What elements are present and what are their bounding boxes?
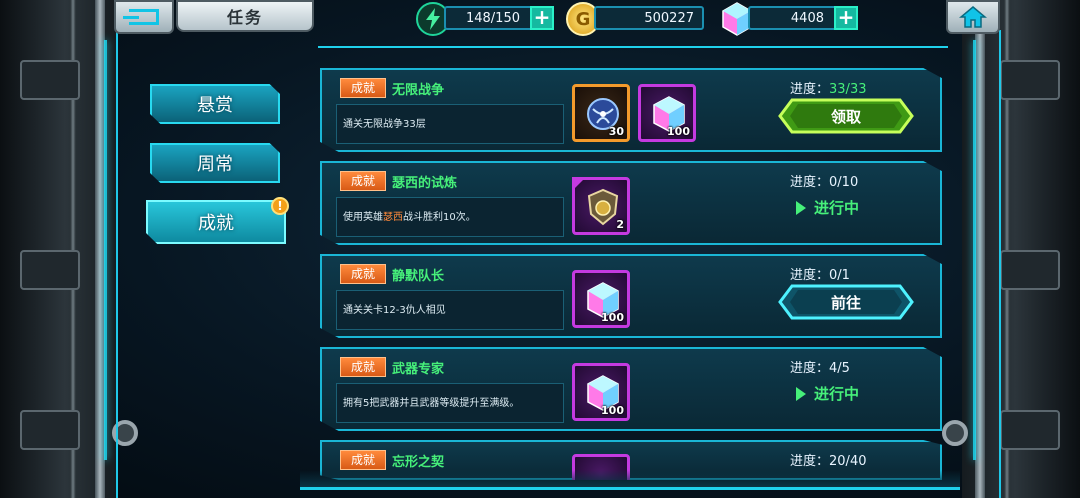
status-label: 进行中: [814, 199, 860, 217]
reward-item[interactable]: 2: [572, 177, 630, 235]
progress-value: 20/40: [829, 454, 867, 469]
task-name: 静默队长: [392, 269, 445, 284]
reward-count: 2: [616, 218, 624, 231]
frame-plate: [20, 250, 80, 290]
progress-value: 0/10: [829, 175, 859, 190]
reward-item[interactable]: 100: [572, 270, 630, 328]
energy-value: 148/150: [465, 10, 520, 26]
reward-item[interactable]: 30: [572, 84, 630, 142]
tab-weekly[interactable]: 周常: [150, 143, 280, 183]
claim-label: 领取: [830, 107, 861, 126]
task-progress: 进度：20/40: [790, 450, 866, 469]
gold-value: 500227: [644, 10, 694, 26]
frame-plate: [1000, 60, 1060, 100]
tab-label: 悬赏: [197, 95, 233, 116]
tab-bounty[interactable]: 悬赏: [150, 84, 280, 124]
task-tag: 成就: [340, 171, 386, 191]
home-button[interactable]: [946, 0, 1000, 34]
task-desc: 使用英雄瑟西战斗胜利10次。: [336, 197, 564, 237]
tab-label: 周常: [197, 154, 233, 175]
task-progress: 进度：4/5: [790, 357, 850, 376]
progress-value: 0/1: [829, 268, 850, 283]
notification-badge: !: [271, 197, 289, 215]
energy-counter: 148/150 +: [444, 6, 554, 30]
page-title-plate: 任务: [176, 0, 314, 32]
back-arrow-icon: [123, 9, 159, 25]
go-label: 前往: [830, 293, 861, 312]
reward-count: 100: [601, 404, 624, 417]
task-card: 成就 瑟西的试炼 使用英雄瑟西战斗胜利10次。 2 进度：0/10 进行中: [320, 161, 942, 245]
tab-label: 成就: [198, 213, 234, 234]
gem-counter: 4408 +: [748, 6, 858, 30]
reward-item[interactable]: 100: [638, 84, 696, 142]
task-desc: 拥有5把武器并且武器等级提升至满级。: [336, 383, 564, 423]
task-progress: 进度：33/33: [790, 78, 866, 97]
task-card: 成就 无限战争 通关无限战争33层 30 100 进度：33/33 领取: [320, 68, 942, 152]
progress-value: 4/5: [829, 361, 850, 376]
progress-label: 进度：: [790, 268, 830, 283]
frame-plate: [1000, 250, 1060, 290]
task-name: 瑟西的试炼: [392, 176, 458, 191]
left-mech-frame: [0, 0, 138, 498]
list-top-border: [318, 46, 948, 62]
gem-value: 4408: [790, 10, 824, 26]
reward-item[interactable]: 100: [572, 363, 630, 421]
progress-label: 进度：: [790, 175, 830, 190]
back-button[interactable]: [114, 0, 174, 34]
claim-button[interactable]: 领取: [778, 98, 914, 134]
task-desc: 通关无限战争33层: [336, 104, 564, 144]
rarity-corner: [572, 177, 586, 191]
reward-count: 100: [601, 311, 624, 324]
status-label: 进行中: [814, 385, 860, 403]
reward-count: 30: [608, 125, 624, 138]
task-name: 武器专家: [392, 362, 445, 377]
task-tag: 成就: [340, 78, 386, 98]
in-progress-status: 进行中: [796, 383, 859, 404]
progress-value: 33/33: [829, 82, 867, 97]
task-card: 成就 武器专家 拥有5把武器并且武器等级提升至满级。 100 进度：4/5 进行…: [320, 347, 942, 431]
task-tag: 成就: [340, 357, 386, 377]
desc-text: 使用英雄: [343, 212, 383, 223]
go-button[interactable]: 前往: [778, 284, 914, 320]
frame-plate: [1000, 410, 1060, 450]
progress-label: 进度：: [790, 82, 830, 97]
progress-label: 进度：: [790, 454, 830, 469]
frame-plate: [20, 60, 80, 100]
progress-label: 进度：: [790, 361, 830, 376]
gold-counter: 500227: [594, 6, 704, 30]
play-icon: [796, 386, 806, 401]
task-progress: 进度：0/10: [790, 171, 858, 190]
reward-count: 100: [667, 125, 690, 138]
task-tag: 成就: [340, 264, 386, 284]
add-energy-button[interactable]: +: [530, 6, 554, 30]
page-title: 任务: [226, 8, 263, 27]
task-name: 无限战争: [392, 83, 445, 98]
home-icon: [959, 6, 987, 28]
task-progress: 进度：0/1: [790, 264, 850, 283]
frame-plate: [20, 410, 80, 450]
task-tag: 成就: [340, 450, 386, 470]
desc-text: 战斗胜利10次。: [403, 212, 476, 223]
in-progress-status: 进行中: [796, 197, 859, 218]
task-name: 忘形之契: [392, 455, 445, 470]
tab-achievement[interactable]: 成就: [146, 200, 286, 244]
list-bottom-border: [300, 470, 960, 490]
task-card: 成就 静默队长 通关关卡12-3仇人相见 100 进度：0/1 前往: [320, 254, 942, 338]
screen: 任务 148/150 + G 500227 4408 + 悬赏 周常 成就 ! …: [0, 0, 1080, 498]
add-gems-button[interactable]: +: [834, 6, 858, 30]
task-desc: 通关关卡12-3仇人相见: [336, 290, 564, 330]
hero-name: 瑟西: [383, 212, 403, 223]
frame-glow: [104, 40, 107, 460]
play-icon: [796, 200, 806, 215]
